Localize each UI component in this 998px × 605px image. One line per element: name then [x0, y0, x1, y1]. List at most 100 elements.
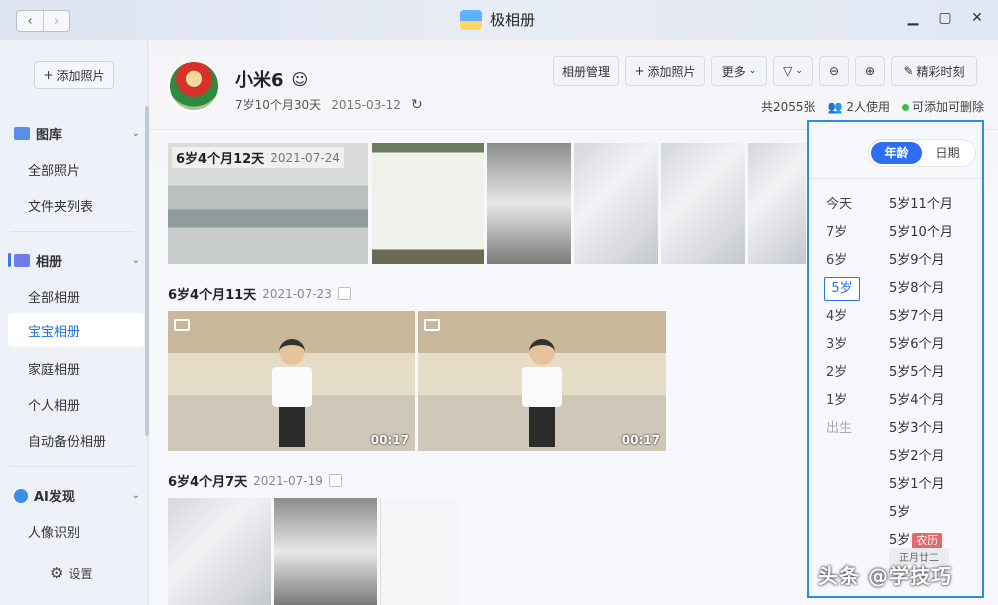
month-item[interactable]: 5岁5个月: [889, 359, 981, 387]
sidebar-item-all-photos[interactable]: 全部照片: [28, 160, 80, 179]
gear-icon: ⚙: [50, 564, 64, 582]
app-name: 极相册: [490, 11, 536, 29]
app-logo-icon: [460, 9, 482, 30]
more-button[interactable]: 更多 ⌄: [711, 56, 767, 86]
year-item[interactable]: 2岁: [826, 359, 866, 387]
filter-icon: ▽: [783, 64, 793, 78]
month-list: 5岁11个月 5岁10个月 5岁9个月 5岁8个月 5岁7个月 5岁6个月 5岁…: [889, 191, 981, 555]
month-item[interactable]: 5岁9个月: [889, 247, 981, 275]
photo-thumbnail[interactable]: [487, 143, 571, 264]
users-icon: 👥: [827, 100, 843, 114]
year-item[interactable]: 6岁: [826, 247, 866, 275]
photo-thumbnail[interactable]: [372, 143, 484, 264]
video-duration: 00:17: [621, 433, 660, 447]
tab-age[interactable]: 年龄: [871, 142, 922, 164]
add-photo-toolbar-button[interactable]: + 添加照片: [625, 56, 705, 86]
sidebar-item-face-recognition[interactable]: 人像识别: [28, 522, 80, 541]
section-albums[interactable]: 相册 ⌄: [14, 251, 140, 270]
month-item[interactable]: 5岁10个月: [889, 219, 981, 247]
year-item[interactable]: 1岁: [826, 387, 866, 415]
month-item[interactable]: 5岁: [889, 499, 981, 527]
photo-thumbnail[interactable]: [168, 498, 271, 605]
divider: [10, 231, 134, 232]
back-button[interactable]: ‹: [17, 11, 43, 31]
app-title: 极相册: [460, 9, 535, 30]
photo-thumbnail[interactable]: [274, 498, 377, 605]
settings-button[interactable]: ⚙ 设置: [50, 564, 92, 582]
nav-buttons: ‹ ›: [16, 10, 70, 32]
year-item[interactable]: 3岁: [826, 331, 866, 359]
forward-button[interactable]: ›: [43, 11, 69, 31]
month-item[interactable]: 5岁4个月: [889, 387, 981, 415]
window-controls: ▁ ▢ ✕: [906, 10, 984, 26]
magic-wand-icon: ✎: [903, 64, 914, 78]
sidebar-item-all-albums[interactable]: 全部相册: [28, 287, 80, 306]
timeline-panel: 年龄 日期 今天 7岁 6岁 5岁 4岁 3岁 2岁 1岁 出生 5岁11个月 …: [807, 120, 984, 598]
zoom-out-icon: ⊖: [828, 64, 840, 78]
video-icon: [174, 319, 190, 331]
photo-thumbnail[interactable]: [748, 143, 806, 264]
photo-thumbnail[interactable]: [574, 143, 658, 264]
group-checkbox[interactable]: [328, 474, 342, 487]
month-item[interactable]: 5岁3个月: [889, 415, 981, 443]
close-icon[interactable]: ✕: [970, 10, 984, 26]
year-item[interactable]: 4岁: [826, 303, 866, 331]
baby-face-icon[interactable]: ☺: [292, 70, 309, 89]
album-manage-button[interactable]: 相册管理: [553, 56, 619, 86]
year-item[interactable]: 7岁: [826, 219, 866, 247]
sidebar-item-personal-album[interactable]: 个人相册: [28, 395, 80, 414]
profile-name: 小米6 ☺: [235, 69, 309, 92]
plus-icon: +: [43, 68, 54, 82]
watermark: 头条 @学技巧: [818, 564, 952, 588]
stats-bar: 共2055张 👥 2人使用 可添加可删除: [761, 98, 984, 115]
chevron-down-icon: ⌄: [795, 66, 803, 76]
minimize-icon[interactable]: ▁: [906, 10, 920, 26]
month-item[interactable]: 5岁8个月: [889, 275, 981, 303]
avatar[interactable]: [168, 60, 220, 112]
video-thumbnail[interactable]: 00:17: [168, 311, 415, 451]
zoom-out-button[interactable]: ⊖: [819, 56, 849, 86]
tab-date[interactable]: 日期: [922, 142, 973, 164]
refresh-icon[interactable]: ↻: [411, 97, 423, 113]
profile-meta: 7岁10个月30天 2015-03-12 ↻: [235, 96, 423, 113]
sidebar: + 添加照片 图库 ⌄ 全部照片 文件夹列表 相册 ⌄ 全部相册 宝宝相册 家庭…: [0, 40, 149, 605]
image-icon: [14, 127, 30, 140]
lunar-badge: 农历: [912, 533, 943, 549]
photo-count: 共2055张: [761, 100, 816, 114]
section-ai[interactable]: AI发现 ⌄: [14, 486, 140, 505]
highlights-button[interactable]: ✎ 精彩时刻: [891, 56, 977, 86]
year-item[interactable]: 今天: [826, 191, 866, 219]
filter-button[interactable]: ▽ ⌄: [773, 56, 813, 86]
sidebar-item-baby-album[interactable]: 宝宝相册: [8, 313, 144, 347]
group-header: 6岁4个月7天 2021-07-19: [168, 471, 342, 490]
section-title: AI发现: [34, 490, 75, 505]
photo-thumbnail[interactable]: 6岁4个月12天 2021-07-24: [168, 143, 368, 264]
month-item[interactable]: 5岁11个月: [889, 191, 981, 219]
group-header: 6岁4个月11天 2021-07-23: [168, 284, 351, 303]
month-item[interactable]: 5岁7个月: [889, 303, 981, 331]
zoom-in-button[interactable]: ⊕: [855, 56, 885, 86]
chevron-down-icon: ⌄: [131, 128, 140, 139]
photo-thumbnail[interactable]: [380, 498, 458, 605]
year-item[interactable]: 出生: [826, 415, 866, 443]
month-item[interactable]: 5岁6个月: [889, 331, 981, 359]
profile-age: 7岁10个月30天: [235, 98, 322, 112]
sidebar-item-family-album[interactable]: 家庭相册: [28, 359, 80, 378]
month-item[interactable]: 5岁1个月: [889, 471, 981, 499]
year-item-selected[interactable]: 5岁: [824, 277, 860, 301]
section-library[interactable]: 图库 ⌄: [14, 124, 140, 143]
group-checkbox[interactable]: [337, 287, 351, 300]
sidebar-item-folders[interactable]: 文件夹列表: [28, 196, 93, 215]
photo-thumbnail[interactable]: [661, 143, 745, 264]
video-thumbnail[interactable]: 00:17: [418, 311, 666, 451]
add-photo-label: 添加照片: [56, 68, 105, 83]
add-photo-button[interactable]: + 添加照片: [34, 61, 114, 89]
settings-label: 设置: [68, 566, 93, 581]
maximize-icon[interactable]: ▢: [938, 10, 952, 26]
sidebar-item-auto-backup[interactable]: 自动备份相册: [28, 431, 106, 450]
users-count: 👥 2人使用: [827, 100, 890, 114]
sidebar-scrollbar[interactable]: [145, 106, 149, 436]
month-item[interactable]: 5岁2个月: [889, 443, 981, 471]
zoom-in-icon: ⊕: [864, 64, 876, 78]
video-icon: [424, 319, 440, 331]
